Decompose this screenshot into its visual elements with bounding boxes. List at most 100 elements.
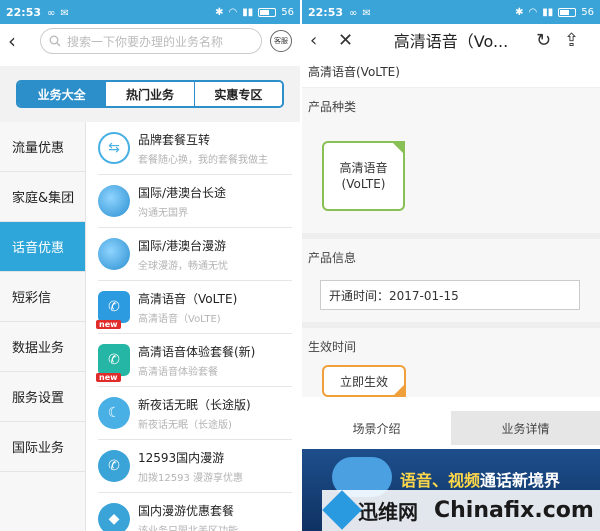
banner-text-b: 通话新境界 [480,471,561,490]
list-item[interactable]: ✆ new 高清语音体验套餐(新) 高清语音体验套餐 [96,334,292,387]
mail-icon: ✉ [362,7,371,19]
sidebar-item-sms-mms[interactable]: 短彩信 [0,272,85,322]
signal-icon: ▮▮ [242,6,254,18]
item-subtitle: 全球漫游，畅通无忧 [138,260,228,272]
search-placeholder: 搜索一下你要办理的业务名称 [67,34,224,49]
effective-now-button[interactable]: 立即生效 [322,365,406,397]
item-subtitle: 套餐随心换，我的套餐我做主 [138,154,268,166]
service-list: ⇆ 品牌套餐互转套餐随心换，我的套餐我做主 国际/港澳台长途 沟通无国界 国际/港… [86,122,300,531]
swap-icon: ⇆ [98,132,130,164]
sidebar-item-service-settings[interactable]: 服务设置 [0,372,85,422]
product-option-card[interactable]: 高清语音(VoLTE) [322,141,405,211]
tab-service-details[interactable]: 业务详情 [451,411,600,445]
mail-icon: ✉ [60,7,69,19]
detail-header: ‹ ✕ 高清语音（Vo... ↻ ⇪ [302,24,600,56]
bluetooth-icon: ✱ [515,6,524,18]
map-icon: ◆ [98,503,130,531]
bluetooth-icon: ✱ [215,6,224,18]
watermark: 迅维网 Chinafix.com [322,490,600,531]
back-icon[interactable]: ‹ [310,30,338,51]
list-item[interactable]: ◆ 国内漫游优惠套餐该业务只限北美区功能 [98,493,292,531]
item-title: 高清语音体验套餐(新) [138,344,256,359]
category-tabs: 业务大全 热门业务 实惠专区 [16,80,284,108]
tab-hot-services[interactable]: 热门业务 [106,82,195,106]
product-type-section: 产品种类 高清语音(VoLTE) [302,88,600,239]
item-subtitle: 新夜话无眠（长途版) [138,419,232,431]
infinity-icon: ∞ [349,7,358,19]
item-subtitle: 高清语音体验套餐 [138,366,218,378]
search-input[interactable]: 搜索一下你要办理的业务名称 [40,28,262,54]
watermark-logo-icon [322,490,362,530]
right-screen: 22:53 ∞ ✉ ✱ ◠ ▮▮ 56 ‹ ✕ 高清语音（Vo... ↻ ⇪ 高清… [302,0,600,531]
item-title: 高清语音（VoLTE) [138,291,238,306]
search-header: ‹ 搜索一下你要办理的业务名称 客服 [0,26,300,56]
product-name: 高清语音(VoLTE) [339,160,388,191]
section-label: 生效时间 [308,340,357,354]
breadcrumb: 高清语音(VoLTE) [302,56,600,88]
effective-button-label: 立即生效 [339,374,388,389]
item-title: 国内漫游优惠套餐 [138,503,235,518]
selected-corner-icon [392,383,406,397]
close-icon[interactable]: ✕ [338,30,366,51]
item-title: 12593国内漫游 [138,450,225,465]
battery-icon [558,7,577,17]
battery-level: 56 [281,6,294,18]
share-icon[interactable]: ⇪ [564,30,592,51]
section-label: 产品信息 [308,251,357,265]
item-title: 品牌套餐互转 [138,132,211,147]
watermark-left-text: 迅维网 [358,500,418,524]
product-info-section: 产品信息 开通时间：2017-01-15 [302,239,600,328]
list-item[interactable]: ✆ 12593国内漫游加拨12593 漫游享优惠 [98,440,292,493]
section-label: 产品种类 [308,100,357,114]
item-subtitle: 加拨12593 漫游享优惠 [138,472,243,484]
phone-icon: ✆ [98,450,130,482]
banner-text-a: 语音、视频 [400,471,481,490]
status-bar: 22:53 ∞ ✉ ✱ ◠ ▮▮ 56 [302,0,600,24]
tab-deals[interactable]: 实惠专区 [194,82,282,106]
page-title: 高清语音（Vo... [393,32,509,51]
status-time: 22:53 [308,5,344,19]
wifi-icon: ◠ [528,6,538,18]
item-subtitle: 沟通无国界 [138,207,188,219]
sidebar-item-data-offers[interactable]: 流量优惠 [0,122,85,172]
sidebar-item-international[interactable]: 国际业务 [0,422,85,472]
sidebar: 流量优惠 家庭&集团 话音优惠 短彩信 数据业务 服务设置 国际业务 [0,122,86,531]
infinity-icon: ∞ [47,7,56,19]
moon-phone-icon: ☾ [98,397,130,429]
sidebar-item-voice-offers[interactable]: 话音优惠 [0,222,85,272]
tab-scenario-intro[interactable]: 场景介绍 [302,411,451,445]
new-badge: new [96,373,121,382]
back-icon[interactable]: ‹ [8,31,30,51]
phone-icon: ✆ new [96,344,130,382]
sidebar-item-data-services[interactable]: 数据业务 [0,322,85,372]
main-content: 流量优惠 家庭&集团 话音优惠 短彩信 数据业务 服务设置 国际业务 ⇆ 品牌套… [0,122,300,531]
list-item[interactable]: 国际/港澳台长途 沟通无国界 [98,175,292,228]
refresh-icon[interactable]: ↻ [536,30,564,51]
battery-level: 56 [581,6,594,18]
globe-icon [98,185,130,217]
new-badge: new [96,320,121,329]
tab-all-services[interactable]: 业务大全 [18,82,107,106]
item-subtitle: 该业务只限北美区功能 [138,525,238,531]
sidebar-item-family-group[interactable]: 家庭&集团 [0,172,85,222]
open-time-field: 开通时间：2017-01-15 [320,280,580,310]
battery-icon [258,7,277,17]
list-item[interactable]: ⇆ 品牌套餐互转套餐随心换，我的套餐我做主 [98,122,292,175]
item-title: 新夜话无眠（长途版) [138,397,251,412]
signal-icon: ▮▮ [542,6,554,18]
list-item[interactable]: ☾ 新夜话无眠（长途版) 新夜话无眠（长途版) [98,387,292,440]
status-time: 22:53 [6,5,42,19]
customer-service-icon[interactable]: 客服 [270,30,292,52]
category-tabs-bar: 业务大全 热门业务 实惠专区 [0,66,300,122]
phone-icon: ✆ new [96,291,130,329]
list-item[interactable]: 国际/港澳台漫游 全球漫游，畅通无忧 [98,228,292,281]
status-bar: 22:53 ∞ ✉ ✱ ◠ ▮▮ 56 [0,0,300,24]
selected-corner-icon [391,141,405,155]
item-title: 国际/港澳台漫游 [138,238,227,253]
wifi-icon: ◠ [228,6,238,18]
search-icon [49,35,61,47]
list-item[interactable]: ✆ new 高清语音（VoLTE) 高清语音（VoLTE) [96,281,292,334]
globe-icon [98,238,130,270]
detail-tabs: 场景介绍 业务详情 [302,411,600,445]
left-screen: 22:53 ∞ ✉ ✱ ◠ ▮▮ 56 ‹ 搜索一下你要办理的业务名称 客服 业务… [0,0,300,531]
